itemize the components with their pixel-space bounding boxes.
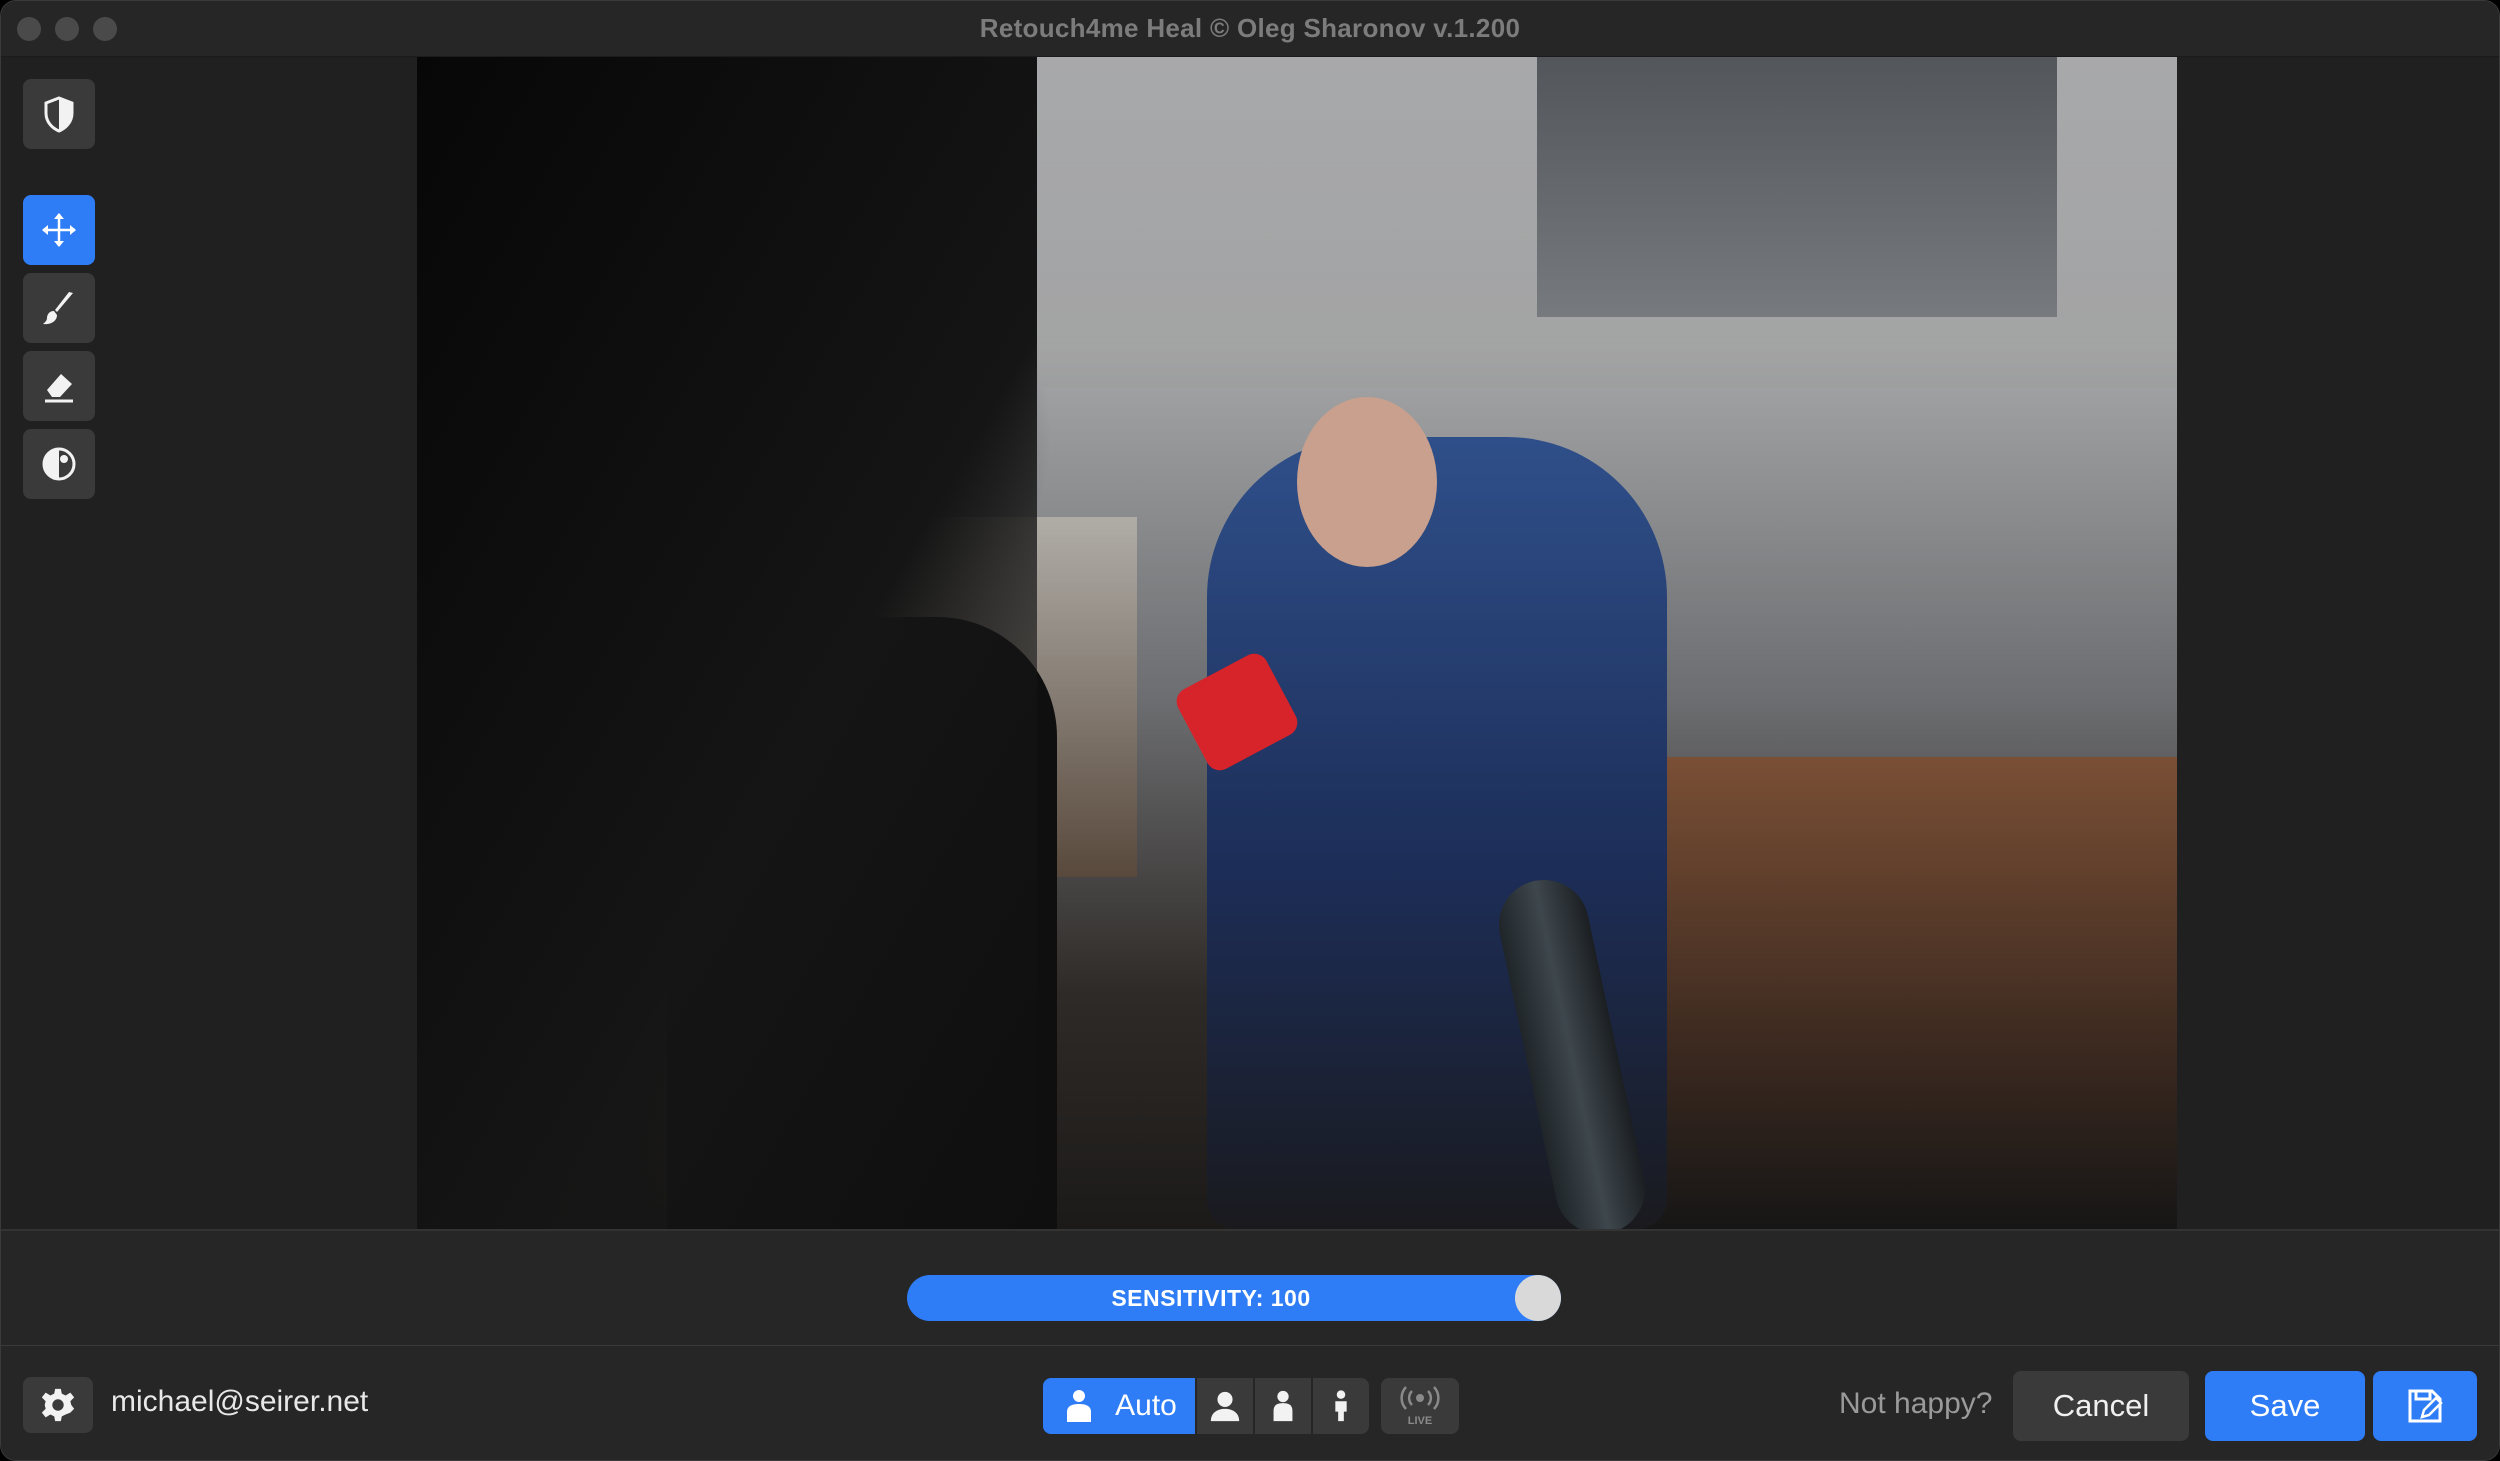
photo-skylight-region (1537, 57, 2057, 317)
save-button[interactable]: Save (2205, 1371, 2365, 1441)
bottom-panel: SENSITIVITY: 100 michael@seirer.net Auto (1, 1229, 2499, 1460)
move-tool-button[interactable] (23, 195, 95, 265)
eraser-icon (45, 374, 73, 403)
auto-mode-label: Auto (1115, 1389, 1177, 1422)
title-bar: Retouch4me Heal © Oleg Sharonov v.1.200 (1, 1, 2499, 57)
eraser-tool-button[interactable] (23, 351, 95, 421)
photo-camera-region (417, 57, 1037, 1229)
person-full-icon (1273, 1390, 1293, 1422)
sensitivity-slider-knob[interactable] (1515, 1275, 1561, 1321)
panel-divider (1, 1345, 2499, 1346)
save-as-button[interactable] (2373, 1371, 2477, 1441)
workspace (1, 57, 2499, 1229)
half-body-mode-button[interactable] (1255, 1378, 1311, 1434)
detection-mode-group: Auto (1043, 1378, 1369, 1434)
gear-icon (41, 1388, 75, 1422)
photo-table-region (1617, 757, 2177, 1229)
live-preview-button[interactable]: LIVE (1381, 1378, 1459, 1434)
live-label: LIVE (1408, 1415, 1432, 1427)
sensitivity-label: SENSITIVITY: 100 (1111, 1285, 1311, 1311)
compare-tool-button[interactable] (23, 429, 95, 499)
shield-tool-button[interactable] (23, 79, 95, 149)
shield-icon (44, 96, 74, 133)
window-title: Retouch4me Heal © Oleg Sharonov v.1.200 (979, 13, 1521, 43)
person-half-icon (1210, 1391, 1240, 1422)
full-body-mode-button[interactable] (1313, 1378, 1369, 1434)
brush-tool-button[interactable] (23, 273, 95, 343)
brush-icon (43, 292, 73, 325)
photo-man-head (1297, 397, 1437, 567)
app-window: Retouch4me Heal © Oleg Sharonov v.1.200 (0, 0, 2500, 1461)
person-icon (1067, 1390, 1092, 1422)
person-standing-icon (1335, 1390, 1347, 1422)
not-happy-text: Not happy? (1839, 1387, 1993, 1420)
settings-button[interactable] (23, 1377, 93, 1433)
portrait-mode-button[interactable] (1197, 1378, 1253, 1434)
auto-mode-button[interactable]: Auto (1043, 1378, 1195, 1434)
user-email: michael@seirer.net (111, 1385, 369, 1418)
live-broadcast-icon: LIVE (1400, 1386, 1440, 1427)
sensitivity-slider[interactable]: SENSITIVITY: 100 (907, 1275, 1561, 1321)
cancel-button[interactable]: Cancel (2013, 1371, 2189, 1441)
save-edit-icon (2408, 1389, 2443, 1423)
photo-canvas[interactable] (417, 57, 2177, 1229)
compare-icon (42, 447, 76, 481)
move-icon (42, 213, 76, 247)
